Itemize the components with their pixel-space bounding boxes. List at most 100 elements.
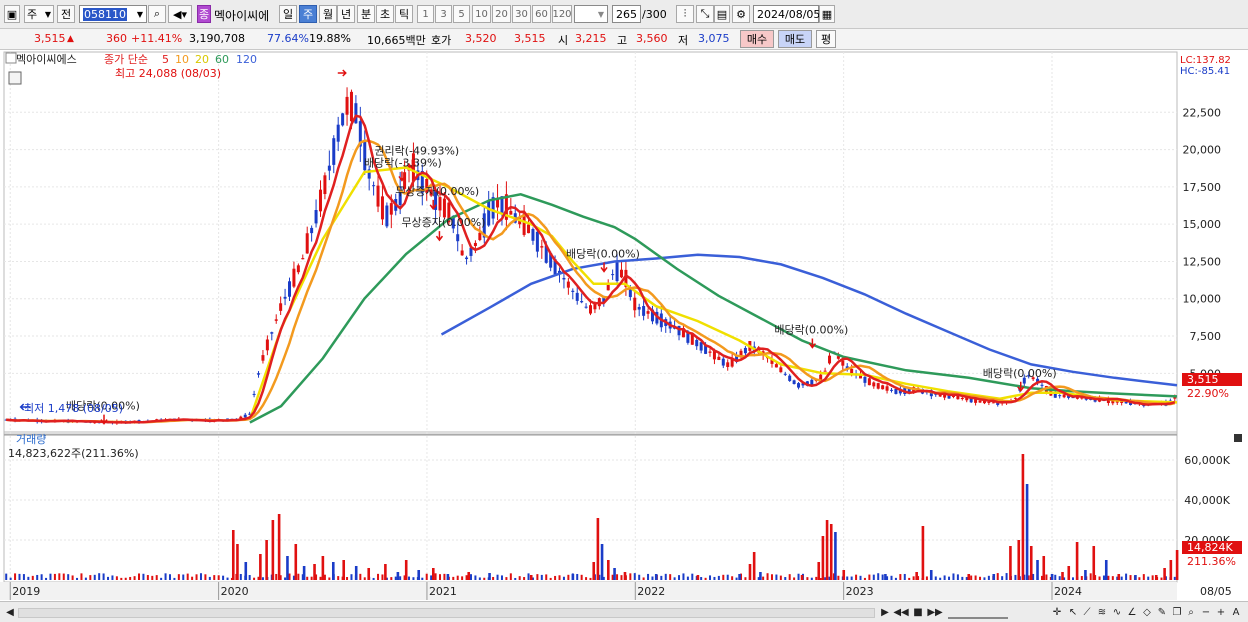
forward-icon[interactable]: ▶▶ xyxy=(927,605,942,619)
rewind-icon[interactable]: ◀◀ xyxy=(893,605,908,619)
interval-120[interactable]: 120 xyxy=(552,5,572,23)
volume-bar xyxy=(1021,454,1025,580)
code-input[interactable]: 058110 ▼ xyxy=(79,5,147,23)
volume-bar xyxy=(36,574,39,580)
stop-icon[interactable]: ■ xyxy=(911,605,925,619)
candle-body xyxy=(743,347,747,354)
zoom-icon[interactable]: ⌕ xyxy=(1184,605,1198,619)
text-tool-icon[interactable]: A xyxy=(1229,605,1243,619)
candle-body xyxy=(535,231,539,252)
candle-settings-icon[interactable]: ⫶ xyxy=(676,5,694,23)
period-label[interactable]: 전 xyxy=(57,5,75,23)
volume-bar xyxy=(554,575,557,580)
volume-bar xyxy=(1169,560,1173,580)
interval-10[interactable]: 10 xyxy=(472,5,491,23)
cursor-icon[interactable]: ↖ xyxy=(1066,605,1080,619)
zoom-in-icon[interactable]: + xyxy=(1214,605,1228,619)
volume-bar xyxy=(983,577,986,580)
volume-bar xyxy=(14,573,17,580)
tab-year[interactable]: 년 xyxy=(337,5,355,23)
grid-table-icon[interactable] xyxy=(8,71,22,85)
interval-5[interactable]: 5 xyxy=(453,5,470,23)
volume-bar xyxy=(199,573,202,580)
fib-icon[interactable]: ≋ xyxy=(1095,605,1109,619)
tab-month[interactable]: 월 xyxy=(319,5,337,23)
event-label: 배당락(-3.39%) xyxy=(364,156,442,169)
speaker-icon[interactable]: ◀▾ xyxy=(168,5,192,23)
chart-svg[interactable]: 배당락(0.00%)권리락(-49.93%)배당락(-3.39%)무상증자(0.… xyxy=(0,50,1248,601)
volume-bar xyxy=(191,576,194,580)
volume-bar xyxy=(700,577,703,580)
eval-button[interactable]: 평 xyxy=(816,30,836,48)
volume-bar xyxy=(244,562,248,580)
zoom-slider[interactable] xyxy=(948,607,1008,619)
shape-icon[interactable]: ◇ xyxy=(1140,605,1154,619)
volume-bar xyxy=(5,573,8,580)
volume-bar xyxy=(1036,560,1039,580)
line-tool-icon[interactable]: ⤡ xyxy=(696,5,714,23)
volume-bar xyxy=(164,573,167,580)
chart-title: 멕아이씨에스 xyxy=(16,53,77,66)
volume-bar xyxy=(425,573,428,580)
interval-60[interactable]: 60 xyxy=(532,5,551,23)
volume-bar xyxy=(186,573,189,580)
volume-bar xyxy=(1025,484,1029,580)
volume-bar xyxy=(297,573,300,580)
angle-icon[interactable]: ∠ xyxy=(1125,605,1139,619)
pen-icon[interactable]: ✎ xyxy=(1155,605,1169,619)
candle-body xyxy=(1013,397,1017,399)
volume-bar xyxy=(704,577,707,580)
trend-line-icon[interactable]: ⟋ xyxy=(1080,605,1094,619)
scroll-left-icon[interactable]: ◀ xyxy=(3,605,17,619)
volume-bar xyxy=(943,575,946,580)
copy-icon[interactable]: ❐ xyxy=(1170,605,1184,619)
gear-icon[interactable]: ⚙ xyxy=(732,5,750,23)
horizontal-scrollbar[interactable] xyxy=(18,608,875,618)
volume-bar xyxy=(62,573,65,580)
tab-tick[interactable]: 틱 xyxy=(395,5,413,23)
date-input[interactable]: 2024/08/05 xyxy=(753,5,820,23)
close-panel-icon[interactable] xyxy=(1234,434,1242,442)
tab-week[interactable]: 주 xyxy=(299,5,317,23)
candle-body xyxy=(380,196,384,220)
volume-bar xyxy=(613,568,616,580)
volume-bar xyxy=(456,575,459,580)
tab-second[interactable]: 초 xyxy=(376,5,394,23)
chart-area[interactable]: 배당락(0.00%) 권리락(-49.93%) 배당락(-3.39%) 무상증자(0.… xyxy=(0,50,1248,601)
interval-dropdown[interactable]: ▼ xyxy=(574,5,608,23)
volume-bar xyxy=(654,574,658,580)
interval-1[interactable]: 1 xyxy=(417,5,434,23)
price-change-pct: +11.41% xyxy=(131,32,183,45)
volume-bar xyxy=(84,577,87,580)
wave-icon[interactable]: ∿ xyxy=(1110,605,1124,619)
event-arrow-icon xyxy=(435,231,444,242)
volume-tick-label: 60,000K xyxy=(1184,454,1230,467)
volume-bar xyxy=(248,575,251,580)
volume-bar xyxy=(40,574,43,580)
save-icon[interactable]: ▤ xyxy=(714,5,730,23)
search-icon[interactable]: ⌕ xyxy=(148,5,166,23)
interval-20[interactable]: 20 xyxy=(492,5,511,23)
market-select[interactable]: 주 ▼ xyxy=(24,5,54,23)
tab-day[interactable]: 일 xyxy=(279,5,297,23)
interval-3[interactable]: 3 xyxy=(435,5,452,23)
volume-bar xyxy=(545,574,548,580)
count-input[interactable]: 265 xyxy=(612,5,641,23)
tab-minute[interactable]: 분 xyxy=(357,5,375,23)
volume-bar xyxy=(313,564,316,580)
zoom-out-icon[interactable]: − xyxy=(1199,605,1213,619)
volume-bars xyxy=(5,454,1179,580)
sell-button[interactable]: 매도 xyxy=(778,30,812,48)
scroll-right-icon[interactable]: ▶ xyxy=(878,605,892,619)
volume-bar xyxy=(1163,568,1166,580)
calendar-icon[interactable]: ▦ xyxy=(819,5,835,23)
crosshair-icon[interactable]: ✛ xyxy=(1050,605,1064,619)
volume-bar xyxy=(709,575,712,580)
ma-10-label: 10 xyxy=(175,53,189,66)
interval-30[interactable]: 30 xyxy=(512,5,531,23)
volume-bar xyxy=(1107,575,1110,580)
layout-icon[interactable]: ▣ xyxy=(4,5,20,23)
buy-button[interactable]: 매수 xyxy=(740,30,774,48)
volume-bar xyxy=(1014,574,1017,580)
volume-bar xyxy=(27,576,30,580)
